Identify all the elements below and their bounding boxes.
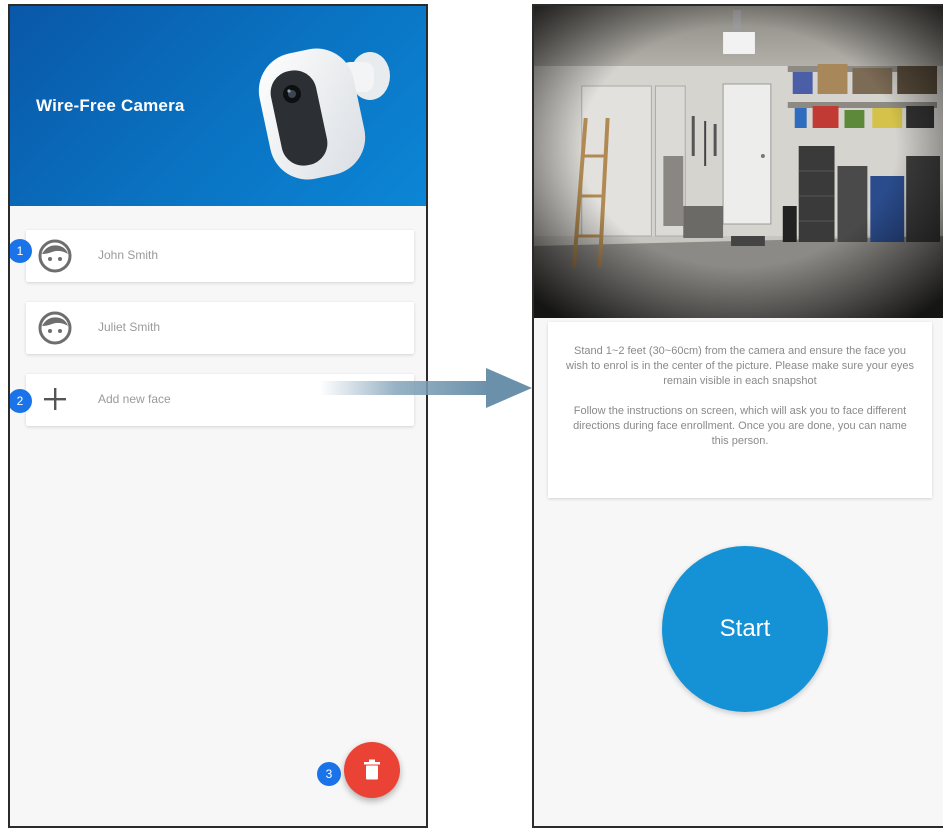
camera-preview	[534, 6, 943, 318]
face-list-item[interactable]: John Smith	[26, 230, 414, 282]
plus-icon	[44, 388, 66, 410]
face-enrollment-screen: Stand 1~2 feet (30~60cm) from the camera…	[532, 4, 943, 828]
app-header: Wire-Free Camera	[10, 6, 426, 206]
face-list-screen: Wire-Free Camera John Smith Juliet Smith…	[8, 4, 428, 828]
face-name: John Smith	[98, 248, 159, 262]
face-name: Juliet Smith	[98, 320, 161, 334]
add-face-label: Add new face	[98, 392, 171, 406]
instructions-paragraph-1: Stand 1~2 feet (30~60cm) from the camera…	[566, 345, 914, 387]
delete-button[interactable]	[344, 742, 400, 798]
instructions-card: Stand 1~2 feet (30~60cm) from the camera…	[548, 322, 932, 498]
flow-arrow-icon	[320, 368, 532, 408]
instructions-paragraph-2: Follow the instructions on screen, which…	[573, 405, 907, 447]
step-badge-2: 2	[10, 389, 32, 413]
trash-icon	[364, 759, 380, 780]
camera-illustration	[258, 48, 390, 180]
face-icon	[38, 239, 72, 273]
start-button[interactable]: Start	[662, 546, 828, 712]
face-icon	[38, 311, 72, 345]
step-badge-3: 3	[317, 762, 341, 786]
app-title: Wire-Free Camera	[36, 96, 185, 115]
face-list-item[interactable]: Juliet Smith	[26, 302, 414, 354]
step-badge-1: 1	[10, 239, 32, 263]
